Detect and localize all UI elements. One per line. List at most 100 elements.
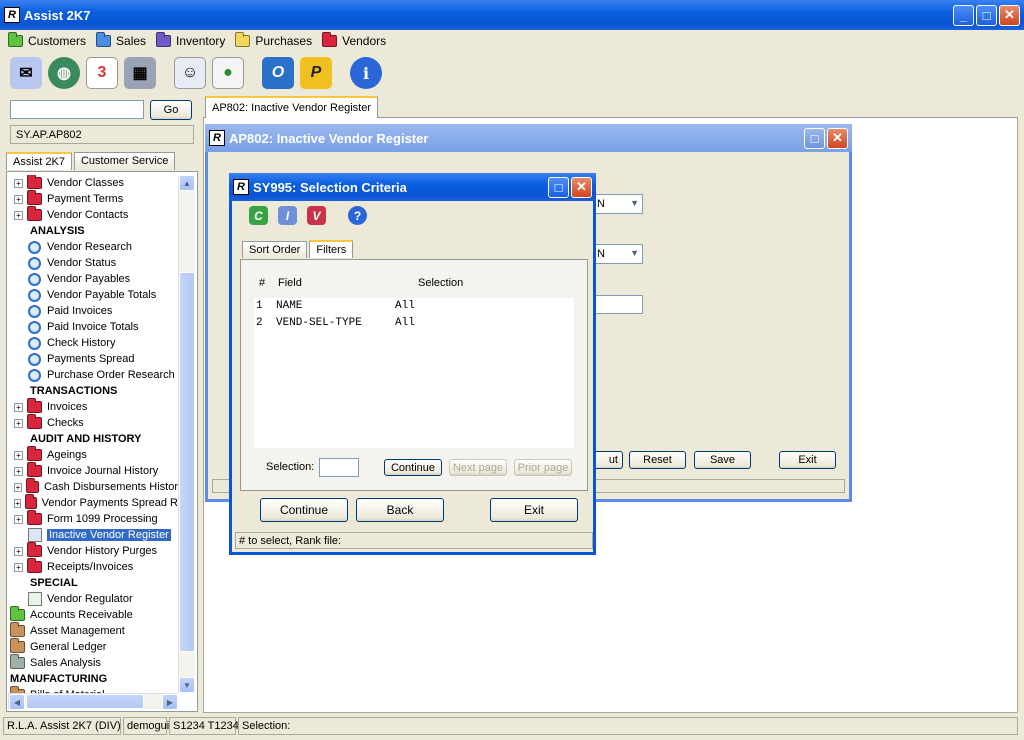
ap802-close-button[interactable]: ✕	[827, 127, 848, 149]
mail-icon[interactable]: ✉	[10, 57, 42, 89]
report-icon[interactable]: ●	[212, 57, 244, 89]
tree-item[interactable]: Paid Invoices	[8, 303, 178, 319]
tree-item[interactable]: + Payment Terms	[8, 190, 178, 207]
tree-item[interactable]: + Vendor Classes	[8, 175, 178, 191]
menu-vendors[interactable]: Vendors	[322, 32, 386, 48]
menu-customers[interactable]: Customers	[8, 32, 86, 48]
tab-ap802[interactable]: AP802: Inactive Vendor Register	[205, 96, 378, 118]
tree-item[interactable]: + Vendor Payments Spread R	[8, 494, 178, 511]
menu-sales[interactable]: Sales	[96, 32, 146, 48]
filter-row[interactable]: 2 VEND-SEL-TYPE All	[254, 315, 574, 332]
ap802-maximize-button[interactable]: □	[804, 127, 825, 149]
ap802-field-3[interactable]	[593, 295, 643, 314]
contact-card-icon[interactable]: ☺	[174, 57, 206, 89]
tree-item[interactable]: + Form 1099 Processing	[8, 510, 178, 527]
publisher-icon[interactable]: P	[300, 57, 332, 89]
tree-item[interactable]: Inactive Vendor Register	[8, 527, 178, 543]
expand-icon[interactable]: +	[14, 466, 23, 476]
minimize-button[interactable]: _	[953, 4, 974, 26]
ap802-exit-button[interactable]: Exit	[779, 451, 836, 469]
scroll-right-icon[interactable]: ▶	[162, 694, 178, 710]
expand-icon[interactable]: +	[14, 562, 23, 572]
tab-customer-service[interactable]: Customer Service	[73, 152, 176, 170]
expand-icon[interactable]: +	[14, 546, 23, 556]
tree-item[interactable]: + Receipts/Invoices	[8, 558, 178, 575]
tree-item[interactable]: + Vendor History Purges	[8, 542, 178, 559]
tree-item[interactable]: Vendor Status	[8, 255, 178, 271]
tree-item[interactable]: + Invoice Journal History	[8, 462, 178, 479]
tree-item[interactable]: + Vendor Contacts	[8, 206, 178, 223]
sy995-close-button[interactable]: ✕	[571, 176, 592, 198]
scroll-thumb[interactable]	[179, 272, 195, 652]
tree-scrollbar-vertical[interactable]: ▲ ▼	[178, 175, 195, 693]
back-button[interactable]: Back	[356, 498, 444, 522]
scroll-h-thumb[interactable]	[26, 694, 144, 709]
chevron-down-icon[interactable]: ▼	[630, 198, 639, 210]
tree-item[interactable]: Vendor Payables	[8, 271, 178, 287]
selection-input[interactable]	[319, 458, 359, 477]
info-icon[interactable]: i	[350, 57, 382, 89]
scroll-down-icon[interactable]: ▼	[179, 677, 195, 693]
tab-filters[interactable]: Filters	[309, 240, 354, 258]
ap802-out-button[interactable]: ut	[593, 451, 623, 469]
tree-item[interactable]: Sales Analysis	[8, 654, 178, 671]
tree-item[interactable]: Vendor Research	[8, 239, 178, 255]
tree-item-label: MANUFACTURING	[10, 673, 108, 685]
tree-item[interactable]: + Ageings	[8, 446, 178, 463]
expand-icon[interactable]: +	[14, 450, 23, 460]
search-input[interactable]	[10, 100, 144, 119]
tree-item[interactable]: Purchase Order Research	[8, 367, 178, 383]
maximize-button[interactable]: □	[976, 4, 997, 26]
tree-item-label: Checks	[47, 417, 84, 429]
exit-button[interactable]: Exit	[490, 498, 578, 522]
expand-icon[interactable]: +	[14, 194, 23, 204]
tree-item[interactable]: General Ledger	[8, 638, 178, 655]
scroll-left-icon[interactable]: ◀	[9, 694, 25, 710]
tree-item[interactable]: Vendor Payable Totals	[8, 287, 178, 303]
continue-small-button[interactable]: Continue	[384, 459, 442, 476]
tree-item[interactable]: Payments Spread	[8, 351, 178, 367]
tab-assist[interactable]: Assist 2K7	[6, 152, 72, 170]
help-icon[interactable]: ?	[348, 206, 367, 225]
calculator-icon[interactable]: ▦	[124, 57, 156, 89]
expand-icon[interactable]: +	[14, 402, 23, 412]
filter-row[interactable]: 1 NAME All	[254, 298, 574, 315]
expand-icon[interactable]: +	[14, 498, 22, 508]
ap802-field-2[interactable]: N ▼	[593, 244, 643, 264]
next-page-button[interactable]: Next page	[449, 459, 507, 476]
tree-item[interactable]: + Cash Disbursements Histor	[8, 478, 178, 495]
tree-item[interactable]: Paid Invoice Totals	[8, 319, 178, 335]
menu-inventory[interactable]: Inventory	[156, 32, 225, 48]
prior-page-button[interactable]: Prior page	[514, 459, 572, 476]
calendar-icon[interactable]: 3	[86, 57, 118, 89]
tree-item[interactable]: Vendor Regulator	[8, 591, 178, 607]
expand-icon[interactable]: +	[14, 514, 23, 524]
go-button[interactable]: Go	[150, 100, 192, 120]
ap802-reset-button[interactable]: Reset	[629, 451, 686, 469]
chevron-down-icon[interactable]: ▼	[630, 248, 639, 260]
filter-list[interactable]: 1 NAME All 2 VEND-SEL-TYPE All	[254, 298, 574, 448]
expand-icon[interactable]: +	[14, 482, 22, 492]
expand-icon[interactable]: +	[14, 418, 23, 428]
validate-icon[interactable]: V	[307, 206, 326, 225]
expand-icon[interactable]: +	[14, 210, 23, 220]
tab-sort-order[interactable]: Sort Order	[242, 241, 308, 258]
continue-button[interactable]: Continue	[260, 498, 348, 522]
sy995-maximize-button[interactable]: □	[548, 176, 569, 198]
globe-icon[interactable]: ◍	[48, 57, 80, 89]
menu-purchases[interactable]: Purchases	[235, 32, 312, 48]
tree-item[interactable]: Check History	[8, 335, 178, 351]
tree-item[interactable]: Asset Management	[8, 622, 178, 639]
tree-item[interactable]: + Invoices	[8, 398, 178, 415]
tree-item[interactable]: + Checks	[8, 414, 178, 431]
insert-icon[interactable]: I	[278, 206, 297, 225]
outlook-icon[interactable]: O	[262, 57, 294, 89]
scroll-up-icon[interactable]: ▲	[179, 175, 195, 191]
tree-scrollbar-horizontal[interactable]: ◀ ▶	[8, 693, 178, 710]
expand-icon[interactable]: +	[14, 178, 23, 188]
close-button[interactable]: ✕	[999, 4, 1020, 26]
ap802-save-button[interactable]: Save	[694, 451, 751, 469]
tree-item[interactable]: Accounts Receivable	[8, 606, 178, 623]
clear-icon[interactable]: C	[249, 206, 268, 225]
ap802-field-1[interactable]: N ▼	[593, 194, 643, 214]
